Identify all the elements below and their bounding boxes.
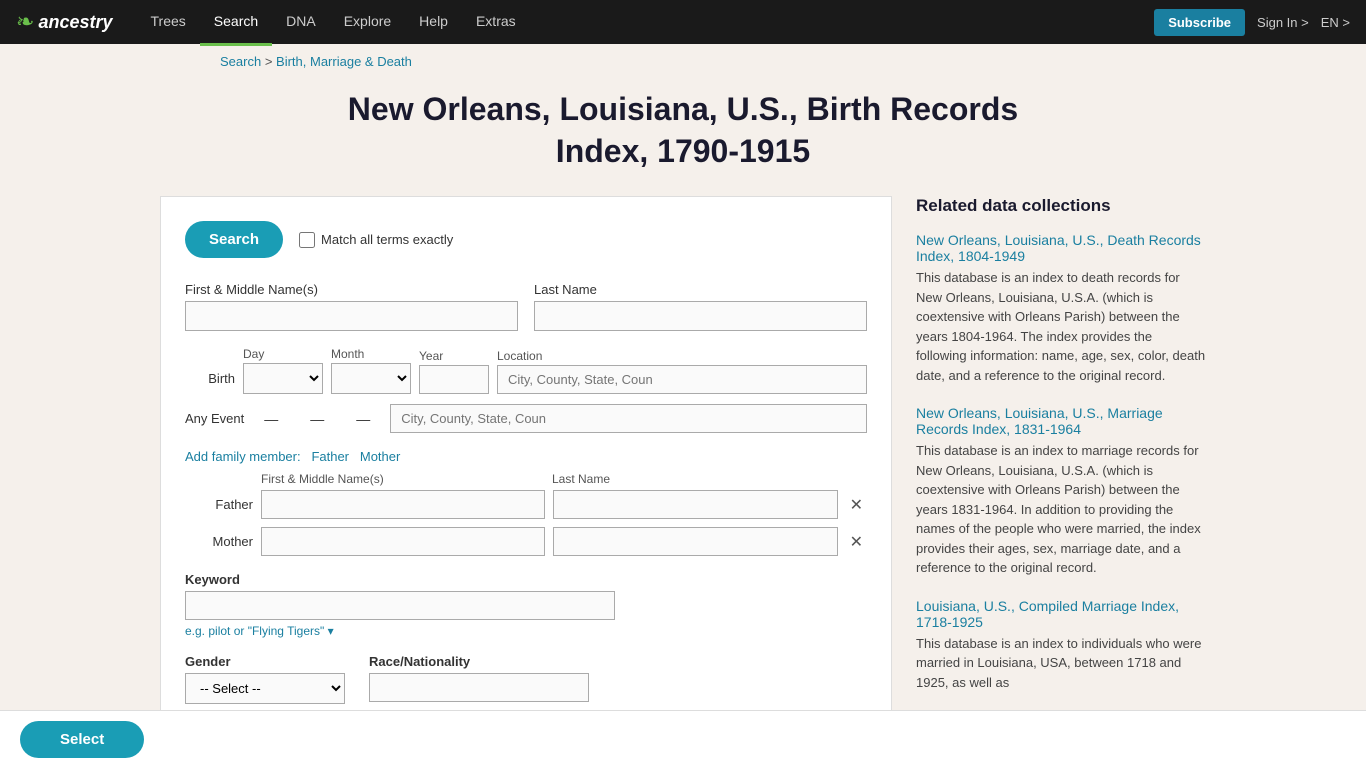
keyword-label: Keyword — [185, 572, 867, 587]
language-selector[interactable]: EN > — [1321, 15, 1350, 30]
search-top-row: Search Match all terms exactly — [185, 221, 867, 258]
related-desc-1: This database is an index to death recor… — [916, 268, 1206, 385]
mother-label: Mother — [185, 534, 253, 549]
location-label: Location — [497, 349, 867, 363]
any-event-location-input[interactable] — [390, 404, 867, 433]
add-father-link[interactable]: Father — [311, 449, 349, 464]
related-desc-2: This database is an index to marriage re… — [916, 441, 1206, 578]
father-label: Father — [185, 497, 253, 512]
add-family-section: Add family member: Father Mother First &… — [185, 449, 867, 556]
birth-location-input[interactable] — [497, 365, 867, 394]
month-label: Month — [331, 347, 411, 361]
birth-day-select[interactable] — [243, 363, 323, 394]
mother-row: Mother ✕ — [185, 527, 867, 556]
race-label: Race/Nationality — [369, 654, 589, 669]
logo[interactable]: ❧ ancestry — [16, 9, 113, 35]
mother-remove-button[interactable]: ✕ — [846, 528, 867, 556]
signin-link[interactable]: Sign In > — [1257, 15, 1309, 30]
family-last-header: Last Name — [552, 472, 827, 486]
last-name-label: Last Name — [534, 282, 867, 297]
birth-year-input[interactable] — [419, 365, 489, 394]
any-event-dash3: — — [344, 411, 382, 427]
breadcrumb: Search > Birth, Marriage & Death — [0, 44, 1366, 79]
nav-link-extras[interactable]: Extras — [462, 0, 530, 46]
father-first-input[interactable] — [261, 490, 545, 519]
father-last-input[interactable] — [553, 490, 837, 519]
mother-first-input[interactable] — [261, 527, 545, 556]
nav-link-explore[interactable]: Explore — [330, 0, 405, 46]
first-middle-label: First & Middle Name(s) — [185, 282, 518, 297]
year-label: Year — [419, 349, 489, 363]
race-group: Race/Nationality — [369, 654, 589, 704]
search-panel: Search Match all terms exactly First & M… — [160, 196, 892, 729]
birth-month-select[interactable] — [331, 363, 411, 394]
logo-text: ancestry — [38, 12, 112, 33]
name-row: First & Middle Name(s) Last Name — [185, 282, 867, 331]
family-first-header: First & Middle Name(s) — [261, 472, 536, 486]
related-desc-3: This database is an index to individuals… — [916, 634, 1206, 693]
last-name-input[interactable] — [534, 301, 867, 331]
subscribe-button[interactable]: Subscribe — [1154, 9, 1245, 36]
breadcrumb-search-link[interactable]: Search — [220, 54, 261, 69]
add-family-label: Add family member: Father Mother — [185, 449, 867, 464]
first-middle-input[interactable] — [185, 301, 518, 331]
first-middle-group: First & Middle Name(s) — [185, 282, 518, 331]
nav-links: Trees Search DNA Explore Help Extras — [137, 0, 1155, 46]
related-item-3: Louisiana, U.S., Compiled Marriage Index… — [916, 598, 1206, 693]
keyword-hint[interactable]: e.g. pilot or "Flying Tigers" ▾ — [185, 624, 867, 638]
related-heading: Related data collections — [916, 196, 1206, 216]
any-event-row: Any Event — — — — [185, 404, 867, 433]
race-input[interactable] — [369, 673, 589, 702]
related-item-2: New Orleans, Louisiana, U.S., Marriage R… — [916, 405, 1206, 578]
related-link-3[interactable]: Louisiana, U.S., Compiled Marriage Index… — [916, 598, 1206, 630]
main-layout: Search Match all terms exactly First & M… — [0, 196, 1366, 729]
last-name-group: Last Name — [534, 282, 867, 331]
father-row: Father ✕ — [185, 490, 867, 519]
related-item-1: New Orleans, Louisiana, U.S., Death Reco… — [916, 232, 1206, 385]
page-title-section: New Orleans, Louisiana, U.S., Birth Reco… — [0, 79, 1366, 196]
nav-right: Subscribe Sign In > EN > — [1154, 9, 1350, 36]
select-button[interactable]: Select — [20, 721, 144, 758]
family-header: First & Middle Name(s) Last Name — [185, 472, 867, 486]
related-link-1[interactable]: New Orleans, Louisiana, U.S., Death Reco… — [916, 232, 1206, 264]
any-event-label: Any Event — [185, 411, 244, 426]
page-title: New Orleans, Louisiana, U.S., Birth Reco… — [333, 89, 1033, 172]
birth-row: Birth Day Month Year Location — [185, 347, 867, 394]
gender-group: Gender -- Select -- Male Female — [185, 654, 345, 704]
match-exact-label[interactable]: Match all terms exactly — [299, 232, 453, 248]
search-button[interactable]: Search — [185, 221, 283, 258]
breadcrumb-separator: > — [265, 54, 276, 69]
gender-select[interactable]: -- Select -- Male Female — [185, 673, 345, 704]
father-remove-button[interactable]: ✕ — [846, 491, 867, 519]
related-link-2[interactable]: New Orleans, Louisiana, U.S., Marriage R… — [916, 405, 1206, 437]
any-event-dash2: — — [298, 411, 336, 427]
match-exact-checkbox[interactable] — [299, 232, 315, 248]
any-event-location-group — [390, 404, 867, 433]
birth-month-group: Month — [331, 347, 411, 394]
birth-day-group: Day — [243, 347, 323, 394]
nav-link-search[interactable]: Search — [200, 0, 272, 46]
nav-link-trees[interactable]: Trees — [137, 0, 200, 46]
gender-race-row: Gender -- Select -- Male Female Race/Nat… — [185, 654, 867, 704]
nav-link-dna[interactable]: DNA — [272, 0, 330, 46]
day-label: Day — [243, 347, 323, 361]
birth-label: Birth — [185, 371, 235, 394]
any-event-dash1: — — [252, 411, 290, 427]
keyword-section: Keyword e.g. pilot or "Flying Tigers" ▾ — [185, 572, 867, 638]
related-panel: Related data collections New Orleans, Lo… — [916, 196, 1206, 729]
mother-last-input[interactable] — [553, 527, 837, 556]
birth-year-group: Year — [419, 349, 489, 394]
ancestry-leaf-icon: ❧ — [16, 9, 34, 35]
gender-label: Gender — [185, 654, 345, 669]
birth-location-group: Location — [497, 349, 867, 394]
navigation: ❧ ancestry Trees Search DNA Explore Help… — [0, 0, 1366, 44]
nav-link-help[interactable]: Help — [405, 0, 462, 46]
match-exact-text: Match all terms exactly — [321, 232, 453, 247]
keyword-input[interactable] — [185, 591, 615, 620]
add-family-static: Add family member: — [185, 449, 301, 464]
select-bottom-bar: Select — [0, 710, 1366, 768]
breadcrumb-birth-link[interactable]: Birth, Marriage & Death — [276, 54, 412, 69]
add-mother-link[interactable]: Mother — [360, 449, 400, 464]
